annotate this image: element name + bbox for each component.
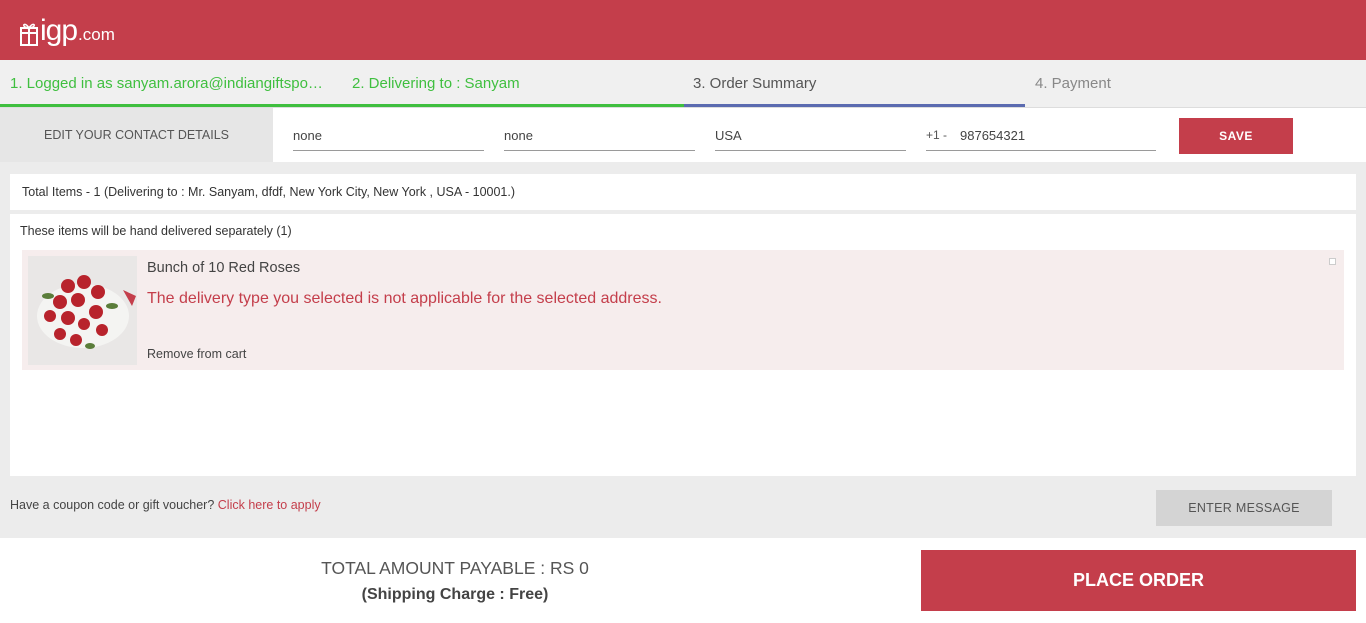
step-payment: 4. Payment xyxy=(1035,75,1111,92)
items-panel: These items will be hand delivered separ… xyxy=(10,214,1356,476)
footer-bar: TOTAL AMOUNT PAYABLE : RS 0 (Shipping Ch… xyxy=(0,538,1366,623)
phone-field[interactable]: +1 - xyxy=(926,124,1156,151)
first-name-field[interactable] xyxy=(293,124,484,151)
first-name-input[interactable] xyxy=(293,124,484,146)
step-progress-done xyxy=(0,104,684,107)
cart-item: Bunch of 10 Red Roses The delivery type … xyxy=(22,250,1344,370)
header-bar: igp .com xyxy=(0,0,1366,60)
apply-coupon-link[interactable]: Click here to apply xyxy=(218,498,321,512)
coupon-text: Have a coupon code or gift voucher? xyxy=(10,498,215,512)
last-name-field[interactable] xyxy=(504,124,695,151)
place-order-button[interactable]: PLACE ORDER xyxy=(921,550,1356,611)
logo-domain: .com xyxy=(78,25,115,44)
step-login[interactable]: 1. Logged in as sanyam.arora@indiangifts… xyxy=(0,60,340,108)
contact-label: EDIT YOUR CONTACT DETAILS xyxy=(0,108,273,162)
save-button[interactable]: SAVE xyxy=(1179,118,1293,154)
contact-details-row: EDIT YOUR CONTACT DETAILS +1 - SAVE xyxy=(0,108,1366,162)
remove-from-cart-link[interactable]: Remove from cart xyxy=(147,347,246,361)
delivery-error-message: The delivery type you selected is not ap… xyxy=(147,290,662,307)
product-name[interactable]: Bunch of 10 Red Roses xyxy=(147,260,300,276)
item-checkbox[interactable] xyxy=(1329,258,1336,265)
shipping-charge: (Shipping Charge : Free) xyxy=(361,586,549,603)
product-image xyxy=(28,256,137,365)
step-progress-active xyxy=(684,104,1025,107)
checkout-steps: 1. Logged in as sanyam.arora@indiangifts… xyxy=(0,60,1366,108)
logo-text: igp xyxy=(40,14,78,47)
gift-logo-icon xyxy=(20,23,38,46)
roses-image xyxy=(28,256,137,365)
country-input[interactable] xyxy=(715,124,906,146)
igp-logo[interactable]: igp .com xyxy=(20,12,115,46)
enter-message-button[interactable]: ENTER MESSAGE xyxy=(1156,490,1332,526)
step-delivery[interactable]: 2. Delivering to : Sanyam xyxy=(342,60,682,108)
step-order-summary[interactable]: 3. Order Summary xyxy=(683,60,1025,108)
total-amount: TOTAL AMOUNT PAYABLE : RS 0 xyxy=(321,558,589,578)
country-field[interactable] xyxy=(715,124,906,151)
phone-input[interactable] xyxy=(960,124,1150,146)
phone-prefix: +1 - xyxy=(926,128,948,142)
items-heading: These items will be hand delivered separ… xyxy=(20,224,292,238)
last-name-input[interactable] xyxy=(504,124,695,146)
total-items-summary: Total Items - 1 (Delivering to : Mr. San… xyxy=(10,174,1356,210)
coupon-row: Have a coupon code or gift voucher? Clic… xyxy=(10,498,321,512)
